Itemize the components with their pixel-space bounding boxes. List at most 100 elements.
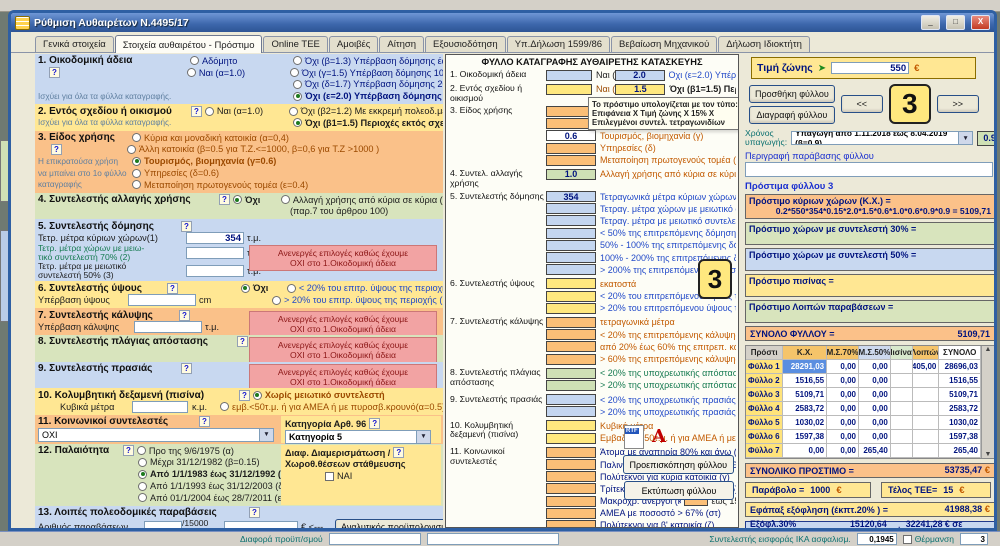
radio-option[interactable]: Όχι (ε=2.0) Υπέρβαση δόμησης > 500 τ.μ. <box>293 91 443 101</box>
text-input[interactable] <box>144 521 182 531</box>
radio-option[interactable]: Προ της 9/6/1975 (α) <box>137 446 234 456</box>
radio-option[interactable]: Όχι <box>241 283 287 293</box>
sheet-name-cell[interactable]: Φύλλο 4 <box>746 402 783 415</box>
zone-price-input[interactable]: 550 <box>831 62 909 74</box>
table-row[interactable]: Φύλλο 70,000,00265,40265,40 <box>746 444 981 458</box>
radio-option[interactable]: Τουρισμός, βιομηχανία (γ=0.6) <box>132 156 276 166</box>
help-icon[interactable]: ? <box>369 418 380 429</box>
help-icon[interactable]: ? <box>393 447 404 458</box>
text-input[interactable]: 354 <box>186 232 244 244</box>
help-icon[interactable]: ? <box>51 144 62 155</box>
help-icon[interactable]: ? <box>181 363 192 374</box>
prev-sheet-button[interactable]: << <box>841 95 883 113</box>
dropdown-select[interactable]: ΟΧΙ▼ <box>38 428 274 442</box>
column-header[interactable]: Μ.Σ.70% <box>827 346 859 359</box>
table-row[interactable]: Φύλλο 61597,380,000,001597,38 <box>746 430 981 444</box>
budget-diff-input[interactable] <box>329 533 421 545</box>
radio-option[interactable]: Από 01/1/2004 έως 28/7/2011 (ε=1.0) <box>138 493 303 503</box>
table-row[interactable]: Φύλλο 21516,550,000,001516,55 <box>746 374 981 388</box>
radio-option[interactable]: > 20% του επιτρ. ύψους της περιοχής (β=1… <box>272 295 443 305</box>
help-icon[interactable]: ? <box>167 283 178 294</box>
tab-2[interactable]: Στοιχεία αυθαιρέτου - Πρόστιμο <box>115 35 263 53</box>
violation-desc-input[interactable] <box>745 162 993 177</box>
help-icon[interactable]: ? <box>49 67 60 78</box>
tab-4[interactable]: Αμοιβές <box>329 36 378 52</box>
radio-option[interactable]: Όχι (β=1.3) Υπέρβαση δόμησης έως 100 τ.μ… <box>293 56 443 66</box>
preview-sheet-button[interactable]: Προεπισκόπηση φύλλου <box>623 455 735 474</box>
radio-option[interactable]: εμβ.<50τ.μ. ή για ΑΜΕΑ ή με πυροσβ.κρουν… <box>220 402 443 412</box>
button[interactable]: Αναλυτικός προϋπολογισμός <box>335 519 443 531</box>
radio-option[interactable]: Κύρια και μοναδική κατοικία (α=0,4) <box>132 133 289 143</box>
tab-3[interactable]: Online TEE <box>263 36 327 52</box>
sheet-name-cell[interactable]: Φύλλο 3 <box>746 388 783 401</box>
radio-option[interactable]: Όχι (β2=1.2) Με εκκρεμή πολεοδ.μελέτη. <box>289 106 443 116</box>
radio-option[interactable]: Μεταποίηση πρωτογενούς τομέα (ε=0.4) <box>132 180 308 190</box>
column-header[interactable]: Κ.Χ. <box>783 346 827 359</box>
radio-option[interactable]: Αδόμητο <box>190 56 293 66</box>
radio-option[interactable]: Όχι (β1=1.5) Περιοχές εκτός σχεδίου. <box>293 118 443 128</box>
text-input[interactable] <box>132 401 188 413</box>
help-icon[interactable]: ? <box>249 507 260 518</box>
help-icon[interactable]: ? <box>199 416 210 427</box>
table-row[interactable]: Φύλλο 51030,020,000,001030,02 <box>746 416 981 430</box>
text-input[interactable] <box>134 321 202 333</box>
table-scrollbar[interactable]: ▲ ▼ <box>981 346 994 458</box>
radio-option[interactable]: Μέχρι 31/12/1982 (β=0.15) <box>138 457 260 467</box>
radio-option[interactable]: Όχι (δ=1.7) Υπέρβαση δόμησης 200-500 τ.μ… <box>293 79 443 89</box>
text-input[interactable] <box>224 521 298 531</box>
title-bar[interactable]: Ρύθμιση Αυθαιρέτων Ν.4495/17 _ □ X <box>11 13 994 32</box>
help-icon[interactable]: ? <box>219 194 230 205</box>
radio-option[interactable]: Αλλαγή χρήσης από κύρια σε κύρια (α=1.4) <box>281 195 443 205</box>
maximize-button[interactable]: □ <box>946 15 965 30</box>
rtf-icon[interactable] <box>624 425 644 449</box>
help-icon[interactable]: ? <box>239 390 250 401</box>
table-row[interactable]: Φύλλο 35109,710,000,005109,71 <box>746 388 981 402</box>
help-icon[interactable]: ? <box>179 310 190 321</box>
tab-9[interactable]: Δήλωση Ιδιοκτήτη <box>718 36 810 52</box>
tab-5[interactable]: Αίτηση <box>379 36 424 52</box>
help-icon[interactable]: ? <box>237 336 248 347</box>
radio-option[interactable]: Ναι (α=1.0) <box>187 68 290 78</box>
scroll-up-icon[interactable]: ▲ <box>985 346 992 353</box>
radio-option[interactable]: Άλλη κατοικία (β=0.5 για T.Z.<=1000, β=0… <box>127 144 379 154</box>
help-icon[interactable]: ? <box>191 106 202 117</box>
table-row[interactable]: Φύλλο 128291,030,000,00405,0028696,03 <box>746 360 981 374</box>
table-row[interactable]: Φύλλο 42583,720,000,002583,72 <box>746 402 981 416</box>
scroll-down-icon[interactable]: ▼ <box>985 451 992 458</box>
column-header[interactable]: Μ.Σ.50% <box>859 346 891 359</box>
radio-option[interactable]: < 20% του επιτρ. ύψους της περιοχής(α=1.… <box>287 283 443 293</box>
sheet-name-cell[interactable]: Φύλλο 6 <box>746 430 783 443</box>
sheet-name-cell[interactable]: Φύλλο 1 <box>746 360 783 373</box>
radio-option[interactable]: Όχι (γ=1.5) Υπέρβαση δόμησης 100-200 τ.μ… <box>290 68 443 78</box>
text-input[interactable] <box>186 247 244 259</box>
help-icon[interactable]: ? <box>181 221 192 232</box>
text-input[interactable] <box>186 265 244 277</box>
budget-diff-input2[interactable] <box>427 533 559 545</box>
radio-option[interactable]: Ναι (α=1.0) <box>205 106 289 116</box>
radio-option[interactable]: Όχι <box>233 195 281 205</box>
inclusion-time-select[interactable]: Υπαγωγή από 1.11.2018 έως 8.04.2019 (β=0… <box>791 131 973 145</box>
close-button[interactable]: X <box>971 15 990 30</box>
dropdown-select[interactable]: Κατηγορία 5▼ <box>285 430 431 444</box>
next-sheet-button[interactable]: >> <box>937 95 979 113</box>
delete-sheet-button[interactable]: Διαγραφή φύλλου <box>749 106 835 124</box>
tab-6[interactable]: Εξουσιοδότηση <box>425 36 506 52</box>
pdf-icon[interactable]: A <box>652 426 674 448</box>
minimize-button[interactable]: _ <box>921 15 940 30</box>
column-header[interactable]: Πρόστι <box>746 346 783 359</box>
sheet-name-cell[interactable]: Φύλλο 5 <box>746 416 783 429</box>
radio-option[interactable]: Υπηρεσίες (δ=0.6) <box>132 168 219 178</box>
tab-7[interactable]: Υπ.Δήλωση 1599/86 <box>507 36 610 52</box>
tab-1[interactable]: Γενικά στοιχεία <box>35 36 114 52</box>
sheet-name-cell[interactable]: Φύλλο 7 <box>746 444 783 457</box>
column-header[interactable]: Λοιπών <box>913 346 939 359</box>
sheet-name-cell[interactable]: Φύλλο 2 <box>746 374 783 387</box>
heating-checkbox[interactable]: Θέρμανση <box>903 534 954 544</box>
text-input[interactable] <box>128 294 196 306</box>
column-header[interactable]: ΣΥΝΟΛΟ <box>939 346 981 359</box>
tab-8[interactable]: Βεβαίωση Μηχανικού <box>611 36 717 52</box>
help-icon[interactable]: ? <box>123 445 134 456</box>
column-header[interactable]: Πισίνας <box>891 346 913 359</box>
add-sheet-button[interactable]: Προσθήκη φύλλου <box>749 85 835 103</box>
radio-option[interactable]: Χωρίς μειωτικό συντελεστή <box>253 390 385 400</box>
